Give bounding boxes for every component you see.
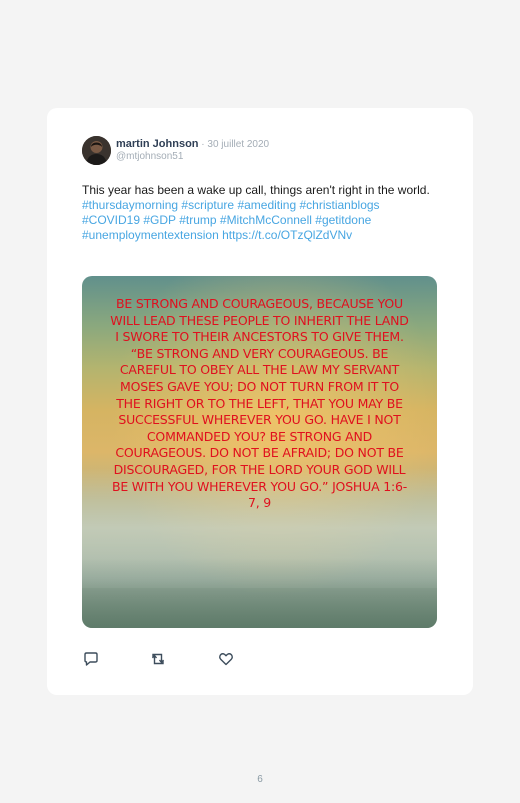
retweet-icon xyxy=(151,653,165,665)
hashtag[interactable]: #thursdaymorning xyxy=(82,198,178,212)
reply-icon xyxy=(84,652,98,666)
avatar[interactable] xyxy=(82,136,111,165)
hashtag[interactable]: #COVID19 xyxy=(82,213,140,227)
like-button[interactable] xyxy=(217,650,235,668)
reply-button[interactable] xyxy=(82,650,100,668)
tweet-text: This year has been a wake up call, thing… xyxy=(82,183,437,243)
image-quote-text: Be strong and courageous, because you wi… xyxy=(110,296,409,511)
hashtag[interactable]: #christianblogs xyxy=(300,198,380,212)
page-number: 6 xyxy=(257,774,263,785)
tweet-date[interactable]: 30 juillet 2020 xyxy=(207,139,269,150)
hashtag[interactable]: #getitdone xyxy=(315,213,371,227)
tweet-card: martin Johnson · 30 juillet 2020 @mtjohn… xyxy=(47,108,473,695)
image-ground xyxy=(82,558,437,628)
hashtag[interactable]: #scripture xyxy=(181,198,234,212)
tweet-link[interactable]: https://t.co/OTzQlZdVNv xyxy=(222,228,352,242)
hashtag[interactable]: #GDP xyxy=(143,213,175,227)
hashtag[interactable]: #unemploymentextension xyxy=(82,228,219,242)
hashtag[interactable]: #trump xyxy=(179,213,216,227)
retweet-button[interactable] xyxy=(149,650,167,668)
author-handle[interactable]: @mtjohnson51 xyxy=(116,150,183,163)
heart-icon xyxy=(219,653,233,666)
tweet-image[interactable]: Be strong and courageous, because you wi… xyxy=(82,276,437,628)
hashtag[interactable]: #MitchMcConnell xyxy=(220,213,312,227)
hashtag[interactable]: #amediting xyxy=(237,198,296,212)
author-name[interactable]: martin Johnson xyxy=(116,138,199,150)
tweet-body: This year has been a wake up call, thing… xyxy=(82,183,430,197)
